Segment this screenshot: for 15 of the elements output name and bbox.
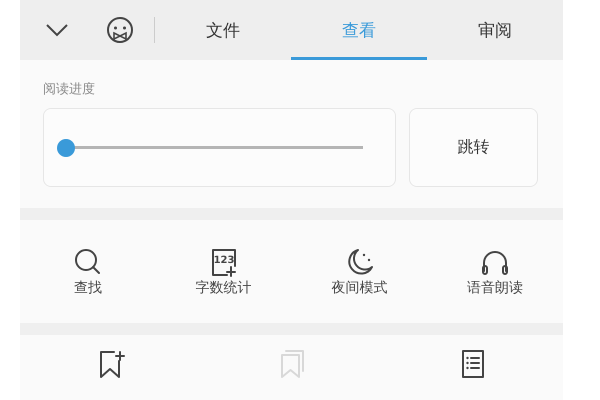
tool-button[interactable]: 语音朗读 bbox=[427, 220, 563, 323]
section-label: 阅读进度 bbox=[43, 81, 96, 98]
tool-label: 字数统计 bbox=[196, 278, 252, 296]
tab[interactable]: 审阅 bbox=[427, 0, 563, 60]
jump-button[interactable]: 跳转 bbox=[409, 108, 538, 187]
tool-button[interactable]: 夜间模式 bbox=[292, 220, 428, 323]
tab[interactable]: 文件 bbox=[155, 0, 291, 60]
tool-button[interactable]: 查找 bbox=[20, 220, 156, 323]
face-icon[interactable] bbox=[106, 16, 134, 44]
tool-button[interactable]: 123 字数统计 bbox=[156, 220, 292, 323]
tool-label: 查找 bbox=[74, 278, 102, 296]
tool-label: 夜间模式 bbox=[331, 278, 388, 296]
search-icon bbox=[72, 246, 103, 276]
chevron-down-icon[interactable] bbox=[45, 23, 69, 37]
tool-label: 语音朗读 bbox=[467, 278, 524, 296]
